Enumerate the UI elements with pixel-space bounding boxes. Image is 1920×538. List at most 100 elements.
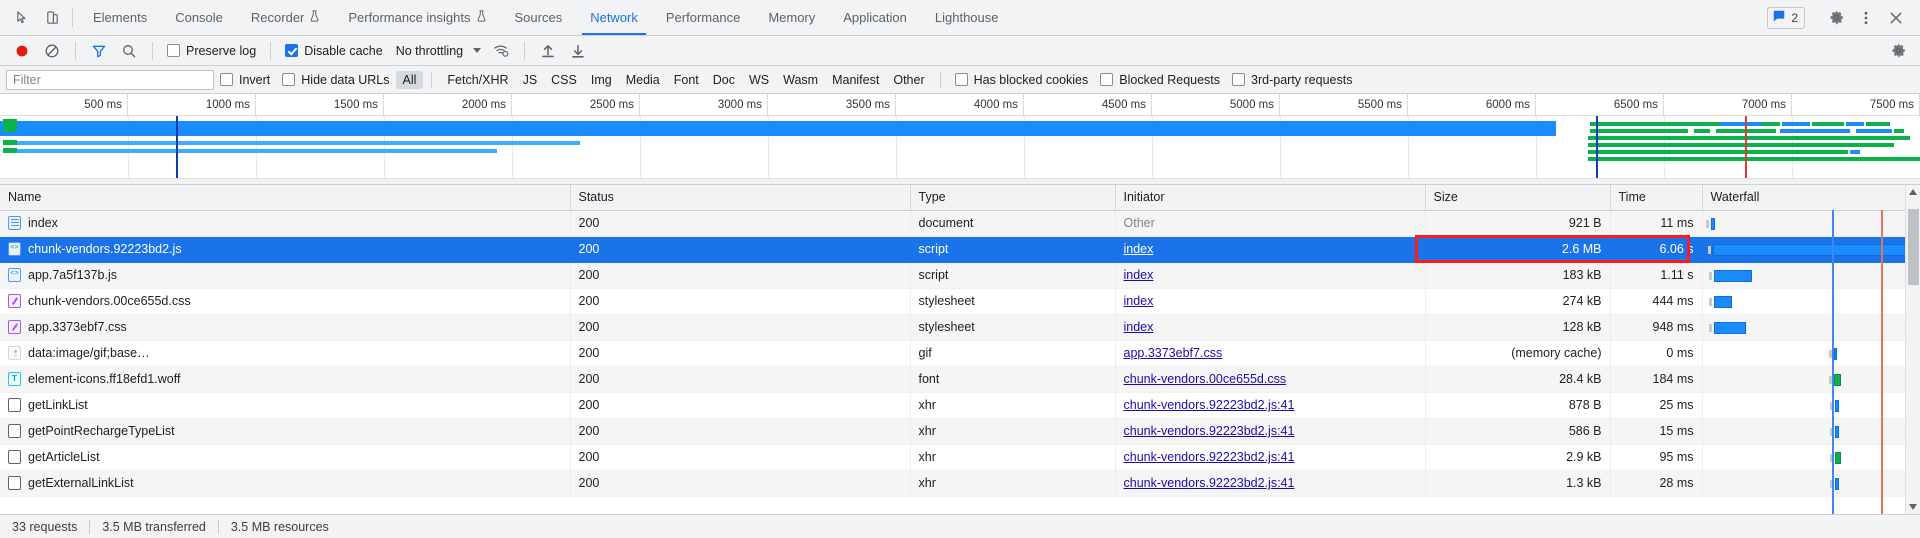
tab-memory[interactable]: Memory bbox=[754, 0, 829, 35]
cell-time: 6.06 s bbox=[1610, 236, 1703, 263]
tab-application[interactable]: Application bbox=[829, 0, 921, 35]
network-conditions-icon[interactable] bbox=[487, 37, 515, 65]
column-header-name[interactable]: Name bbox=[0, 185, 571, 211]
filter-input[interactable]: Filter bbox=[6, 69, 214, 90]
device-toolbar-icon[interactable] bbox=[38, 4, 66, 32]
filter-type-css[interactable]: CSS bbox=[544, 71, 584, 89]
clear-button[interactable] bbox=[38, 37, 66, 65]
filter-type-all[interactable]: All bbox=[395, 70, 424, 89]
has-blocked-cookies-label: Has blocked cookies bbox=[973, 72, 1089, 87]
tab-recorder[interactable]: Recorder bbox=[237, 0, 334, 35]
tab-performance[interactable]: Performance bbox=[652, 0, 754, 35]
cell-time: 28 ms bbox=[1610, 470, 1703, 497]
cell-time: 1.11 s bbox=[1610, 262, 1703, 289]
table-row[interactable]: element-icons.ff18efd1.woff 200font chunk-… bbox=[0, 366, 1920, 393]
tab-performance-insights[interactable]: Performance insights bbox=[334, 0, 500, 35]
messages-badge[interactable]: 2 bbox=[1767, 6, 1805, 29]
table-row[interactable]: getArticleList 200 xhr chunk-vendors.92223b… bbox=[0, 444, 1920, 471]
initiator-link[interactable]: chunk-vendors.00ce655d.css bbox=[1124, 372, 1287, 386]
waterfall-bar bbox=[1834, 425, 1839, 438]
hide-data-urls-checkbox[interactable]: Hide data URLs bbox=[276, 73, 395, 87]
filter-type-wasm[interactable]: Wasm bbox=[776, 71, 825, 89]
table-row[interactable]: index 200 document Other 921 B 11 ms bbox=[0, 210, 1920, 237]
initiator-link[interactable]: index bbox=[1124, 320, 1154, 334]
column-header-type[interactable]: Type bbox=[910, 185, 1116, 211]
filter-type-img[interactable]: Img bbox=[584, 71, 619, 89]
name-cell-content: getExternalLinkList bbox=[8, 476, 562, 490]
filter-type-manifest[interactable]: Manifest bbox=[825, 71, 886, 89]
cell-time: 0 ms bbox=[1610, 340, 1703, 367]
table-row[interactable]: chunk-vendors.92223bd2.js 200script index 2… bbox=[0, 236, 1920, 263]
initiator-link[interactable]: index bbox=[1124, 242, 1154, 256]
initiator-link[interactable]: chunk-vendors.92223bd2.js:41 bbox=[1124, 398, 1295, 412]
filter-type-ws[interactable]: WS bbox=[742, 71, 776, 89]
initiator-link[interactable]: chunk-vendors.92223bd2.js:41 bbox=[1124, 450, 1295, 464]
disable-cache-checkbox[interactable]: Disable cache bbox=[280, 40, 388, 62]
filter-type-font[interactable]: Font bbox=[667, 71, 706, 89]
scroll-up-arrow-icon[interactable] bbox=[1909, 189, 1917, 195]
table-row[interactable]: app.7a5f137b.js 200script index 183 kB1.11 … bbox=[0, 262, 1920, 289]
toolbar-divider bbox=[75, 41, 76, 60]
tab-console[interactable]: Console bbox=[161, 0, 237, 35]
search-icon[interactable] bbox=[115, 37, 143, 65]
network-overview[interactable]: 500 ms 1000 ms 1500 ms 2000 ms 2500 ms 3000 m… bbox=[0, 94, 1920, 185]
network-settings-gear-icon[interactable] bbox=[1884, 37, 1912, 65]
initiator-link[interactable]: index bbox=[1124, 268, 1154, 282]
column-header-time[interactable]: Time bbox=[1610, 185, 1703, 211]
overview-scroll-strip[interactable] bbox=[0, 178, 1920, 184]
initiator-link[interactable]: chunk-vendors.92223bd2.js:41 bbox=[1124, 424, 1295, 438]
export-har-icon[interactable] bbox=[564, 37, 592, 65]
gear-icon[interactable] bbox=[1822, 4, 1850, 32]
inspect-element-icon[interactable] bbox=[8, 4, 36, 32]
cell-type: stylesheet bbox=[910, 288, 1116, 315]
cell-size: 128 kB bbox=[1425, 314, 1611, 341]
table-row[interactable]: app.3373ebf7.css 200 stylesheet index 128 kB… bbox=[0, 314, 1920, 341]
initiator-link[interactable]: index bbox=[1124, 294, 1154, 308]
table-row[interactable]: getExternalLinkList 200 xhr chunk-vendors.9… bbox=[0, 470, 1920, 497]
preserve-log-checkbox[interactable]: Preserve log bbox=[162, 40, 261, 62]
throttling-dropdown[interactable]: No throttling bbox=[390, 40, 485, 62]
name-cell-content: chunk-vendors.00ce655d.css bbox=[8, 294, 562, 308]
filter-type-media[interactable]: Media bbox=[619, 71, 667, 89]
table-vertical-scrollbar[interactable] bbox=[1905, 185, 1920, 514]
invert-checkbox[interactable]: Invert bbox=[214, 73, 276, 87]
xhr-file-icon bbox=[8, 424, 21, 438]
column-header-initiator[interactable]: Initiator bbox=[1115, 185, 1426, 211]
filter-type-fetch-xhr[interactable]: Fetch/XHR bbox=[440, 71, 515, 89]
filter-icon[interactable] bbox=[85, 37, 113, 65]
table-row[interactable]: chunk-vendors.00ce655d.css 200 stylesheet i… bbox=[0, 288, 1920, 315]
scroll-down-arrow-icon[interactable] bbox=[1909, 504, 1917, 510]
column-header-size[interactable]: Size bbox=[1425, 185, 1611, 211]
column-header-waterfall[interactable]: Waterfall bbox=[1702, 185, 1920, 211]
overview-green-marker bbox=[3, 119, 17, 132]
script-file-icon bbox=[8, 242, 21, 256]
filter-type-js[interactable]: JS bbox=[516, 71, 545, 89]
initiator-link[interactable]: app.3373ebf7.css bbox=[1124, 346, 1223, 360]
import-har-icon[interactable] bbox=[534, 37, 562, 65]
tab-sources[interactable]: Sources bbox=[501, 0, 577, 35]
table-row[interactable]: data:image/gif;base… 200 gif app.3373ebf7.c… bbox=[0, 340, 1920, 367]
has-blocked-cookies-checkbox[interactable]: Has blocked cookies bbox=[949, 73, 1095, 87]
more-vertical-icon[interactable] bbox=[1852, 4, 1880, 32]
third-party-requests-checkbox[interactable]: 3rd-party requests bbox=[1226, 73, 1358, 87]
tab-elements[interactable]: Elements bbox=[79, 0, 161, 35]
cell-waterfall bbox=[1702, 392, 1920, 419]
waterfall-connector bbox=[1708, 271, 1712, 280]
close-icon[interactable] bbox=[1882, 4, 1910, 32]
tab-network[interactable]: Network bbox=[576, 0, 652, 35]
scrollbar-thumb[interactable] bbox=[1908, 209, 1919, 285]
overview-bar bbox=[1866, 122, 1890, 126]
waterfall-connector bbox=[1708, 323, 1712, 332]
filter-type-other[interactable]: Other bbox=[886, 71, 931, 89]
table-row[interactable]: getLinkList 200 xhr chunk-vendors.92223bd2.… bbox=[0, 392, 1920, 419]
filter-type-doc[interactable]: Doc bbox=[706, 71, 742, 89]
initiator-link[interactable]: chunk-vendors.92223bd2.js:41 bbox=[1124, 476, 1295, 490]
overview-graph[interactable] bbox=[0, 116, 1920, 178]
column-header-status[interactable]: Status bbox=[570, 185, 911, 211]
record-button[interactable] bbox=[8, 37, 36, 65]
blocked-requests-checkbox[interactable]: Blocked Requests bbox=[1094, 73, 1226, 87]
timeline-tick: 5500 ms bbox=[1280, 94, 1408, 116]
table-row[interactable]: getPointRechargeTypeList 200 xhr chunk-vend… bbox=[0, 418, 1920, 445]
overview-bar bbox=[1780, 129, 1850, 133]
tab-lighthouse[interactable]: Lighthouse bbox=[921, 0, 1013, 35]
